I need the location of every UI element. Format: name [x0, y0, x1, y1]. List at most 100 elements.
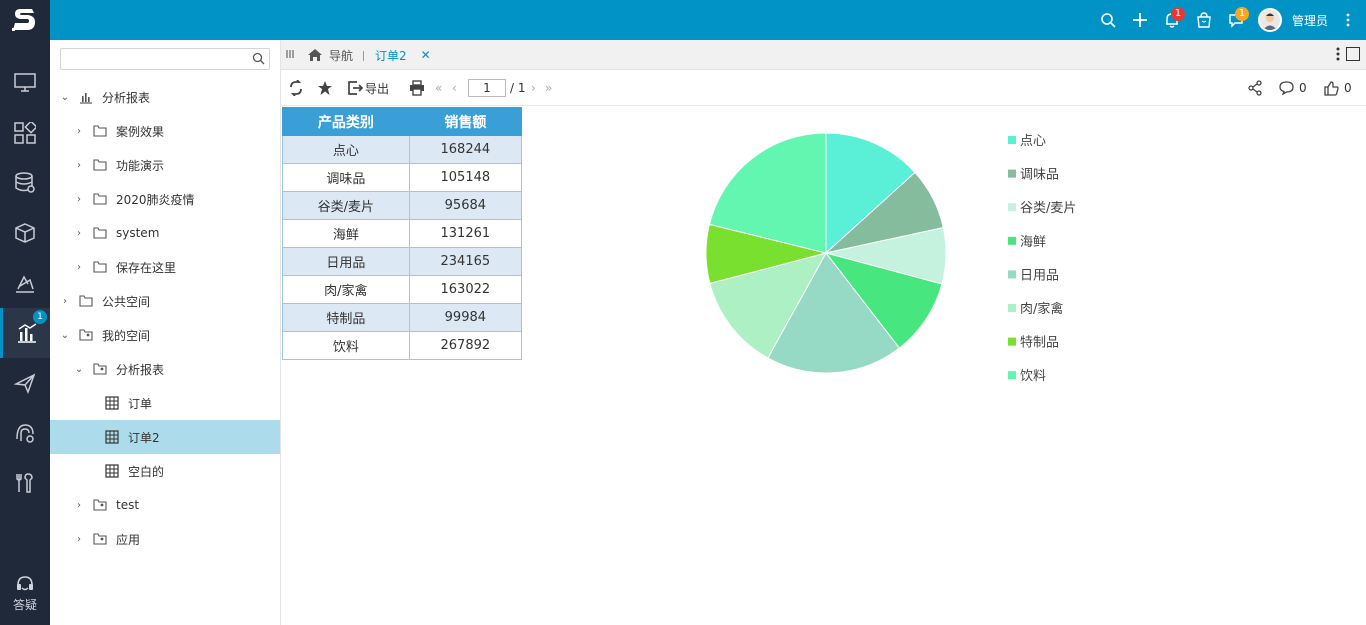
chevron-right-icon[interactable]: ›	[74, 534, 84, 545]
collapse-menu-icon[interactable]	[285, 48, 295, 63]
table-cell[interactable]: 点心	[282, 135, 410, 164]
chevron-down-icon[interactable]: ⌄	[60, 330, 70, 341]
legend-label[interactable]: 肉/家禽	[1020, 301, 1063, 317]
last-page-icon[interactable]: »	[545, 78, 552, 98]
chevron-down-icon[interactable]: ⌄	[60, 92, 70, 103]
legend-swatch[interactable]	[1008, 304, 1016, 312]
legend-swatch[interactable]	[1008, 371, 1016, 380]
app-logo[interactable]	[0, 0, 50, 40]
table-cell[interactable]: 特制品	[282, 303, 410, 332]
legend-label[interactable]: 调味品	[1020, 168, 1059, 183]
shopping-bag-icon[interactable]	[1188, 0, 1220, 40]
table-cell[interactable]: 海鲜	[282, 219, 410, 248]
more-menu-icon[interactable]	[1338, 0, 1358, 40]
tree-node-folder[interactable]: › 案例效果	[50, 114, 280, 148]
legend-label[interactable]: 日用品	[1020, 268, 1059, 283]
search-icon[interactable]	[252, 52, 265, 68]
table-cell[interactable]: 131261	[408, 219, 523, 248]
help-button[interactable]: 答疑	[0, 575, 50, 613]
tree-node-report-selected[interactable]: 订单2	[50, 420, 280, 454]
legend-label[interactable]: 饮料	[1020, 369, 1046, 384]
next-page-icon[interactable]: ›	[531, 78, 536, 98]
legend-swatch[interactable]	[1008, 236, 1016, 245]
table-cell[interactable]: 饮料	[282, 331, 410, 360]
chevron-right-icon[interactable]: ›	[74, 262, 84, 273]
tree-node-analysis-reports[interactable]: ⌄ 分析报表	[50, 80, 280, 114]
permission-icon[interactable]	[0, 408, 50, 458]
tree-search-input[interactable]	[65, 49, 245, 69]
more-menu-icon[interactable]	[1336, 46, 1340, 65]
data-source-icon[interactable]	[0, 158, 50, 208]
tree-node-folder[interactable]: › 保存在这里	[50, 250, 280, 284]
tree-node-label: 保存在这里	[116, 260, 177, 275]
add-icon[interactable]	[1124, 0, 1156, 40]
tree-node-public-space[interactable]: › 公共空间	[50, 284, 280, 318]
send-icon[interactable]	[0, 358, 50, 408]
table-cell[interactable]: 267892	[408, 331, 523, 360]
tree-node-folder[interactable]: › 2020肺炎疫情	[50, 182, 280, 216]
like-button[interactable]: 0	[1324, 78, 1352, 98]
analysis-icon[interactable]: 1	[0, 308, 50, 358]
chevron-right-icon[interactable]: ›	[74, 194, 84, 205]
tree-node-my-space[interactable]: ⌄ 我的空间	[50, 318, 280, 352]
legend-label[interactable]: 谷类/麦片	[1020, 201, 1076, 216]
page-number-input[interactable]: 1	[468, 79, 506, 97]
chevron-right-icon[interactable]: ›	[74, 500, 84, 511]
tab-home[interactable]: 导航	[307, 40, 353, 70]
tree-node-folder[interactable]: › system	[50, 216, 280, 250]
search-icon[interactable]	[1092, 0, 1124, 40]
refresh-icon[interactable]	[289, 78, 303, 98]
tree-node-my-reports[interactable]: ⌄ 分析报表	[50, 352, 280, 386]
table-cell[interactable]: 99984	[408, 303, 523, 332]
table-cell[interactable]: 日用品	[282, 247, 410, 276]
dashboard-icon[interactable]	[0, 108, 50, 158]
table-cell[interactable]: 105148	[408, 163, 523, 192]
message-icon[interactable]: 1	[1220, 0, 1252, 40]
column-header[interactable]: 销售额	[408, 107, 523, 136]
table-cell[interactable]: 168244	[408, 135, 523, 164]
print-icon[interactable]	[409, 78, 425, 98]
table-cell[interactable]: 95684	[408, 191, 523, 220]
column-header[interactable]: 产品类别	[282, 107, 410, 136]
tree-node-folder[interactable]: › 功能演示	[50, 148, 280, 182]
legend-swatch[interactable]	[1008, 203, 1016, 212]
close-icon[interactable]: ✕	[421, 48, 431, 62]
chevron-right-icon[interactable]: ›	[60, 296, 70, 307]
table-cell[interactable]: 调味品	[282, 163, 410, 192]
legend-label[interactable]: 点心	[1020, 134, 1046, 149]
tab-order2[interactable]: 订单2 ✕	[375, 40, 431, 70]
monitor-icon[interactable]	[0, 58, 50, 108]
cube-icon[interactable]	[0, 208, 50, 258]
chevron-down-icon[interactable]: ⌄	[74, 364, 84, 375]
tools-icon[interactable]	[0, 458, 50, 508]
legend-swatch[interactable]	[1008, 169, 1016, 178]
chevron-right-icon[interactable]: ›	[74, 126, 84, 137]
tree-node-apps[interactable]: › 应用	[50, 522, 280, 556]
model-icon[interactable]	[0, 258, 50, 308]
export-button[interactable]: 导出	[347, 78, 389, 98]
chevron-right-icon[interactable]: ›	[74, 228, 84, 239]
comment-button[interactable]: 0	[1279, 78, 1307, 98]
table-row: 饮料 267892	[282, 331, 523, 360]
table-cell[interactable]: 163022	[408, 275, 523, 304]
legend-swatch[interactable]	[1008, 136, 1016, 144]
user-name[interactable]: 管理员	[1292, 12, 1328, 29]
table-cell[interactable]: 谷类/麦片	[282, 191, 410, 220]
avatar[interactable]	[1257, 8, 1282, 32]
table-cell[interactable]: 234165	[408, 247, 523, 276]
chevron-right-icon[interactable]: ›	[74, 160, 84, 171]
first-page-icon[interactable]: «	[435, 78, 442, 98]
tree-node-report[interactable]: 订单	[50, 386, 280, 420]
notification-bell-icon[interactable]: 1	[1156, 0, 1188, 40]
legend-swatch[interactable]	[1008, 270, 1016, 279]
legend-swatch[interactable]	[1008, 337, 1016, 346]
tree-node-report[interactable]: 空白的	[50, 454, 280, 488]
maximize-icon[interactable]	[1346, 47, 1360, 61]
legend-label[interactable]: 海鲜	[1020, 235, 1046, 250]
tree-node-test[interactable]: › test	[50, 488, 280, 522]
previous-page-icon[interactable]: ‹	[452, 78, 457, 98]
share-icon[interactable]	[1247, 78, 1263, 98]
table-cell[interactable]: 肉/家禽	[282, 275, 410, 304]
legend-label[interactable]: 特制品	[1020, 336, 1059, 351]
favorite-star-icon[interactable]	[317, 78, 333, 98]
